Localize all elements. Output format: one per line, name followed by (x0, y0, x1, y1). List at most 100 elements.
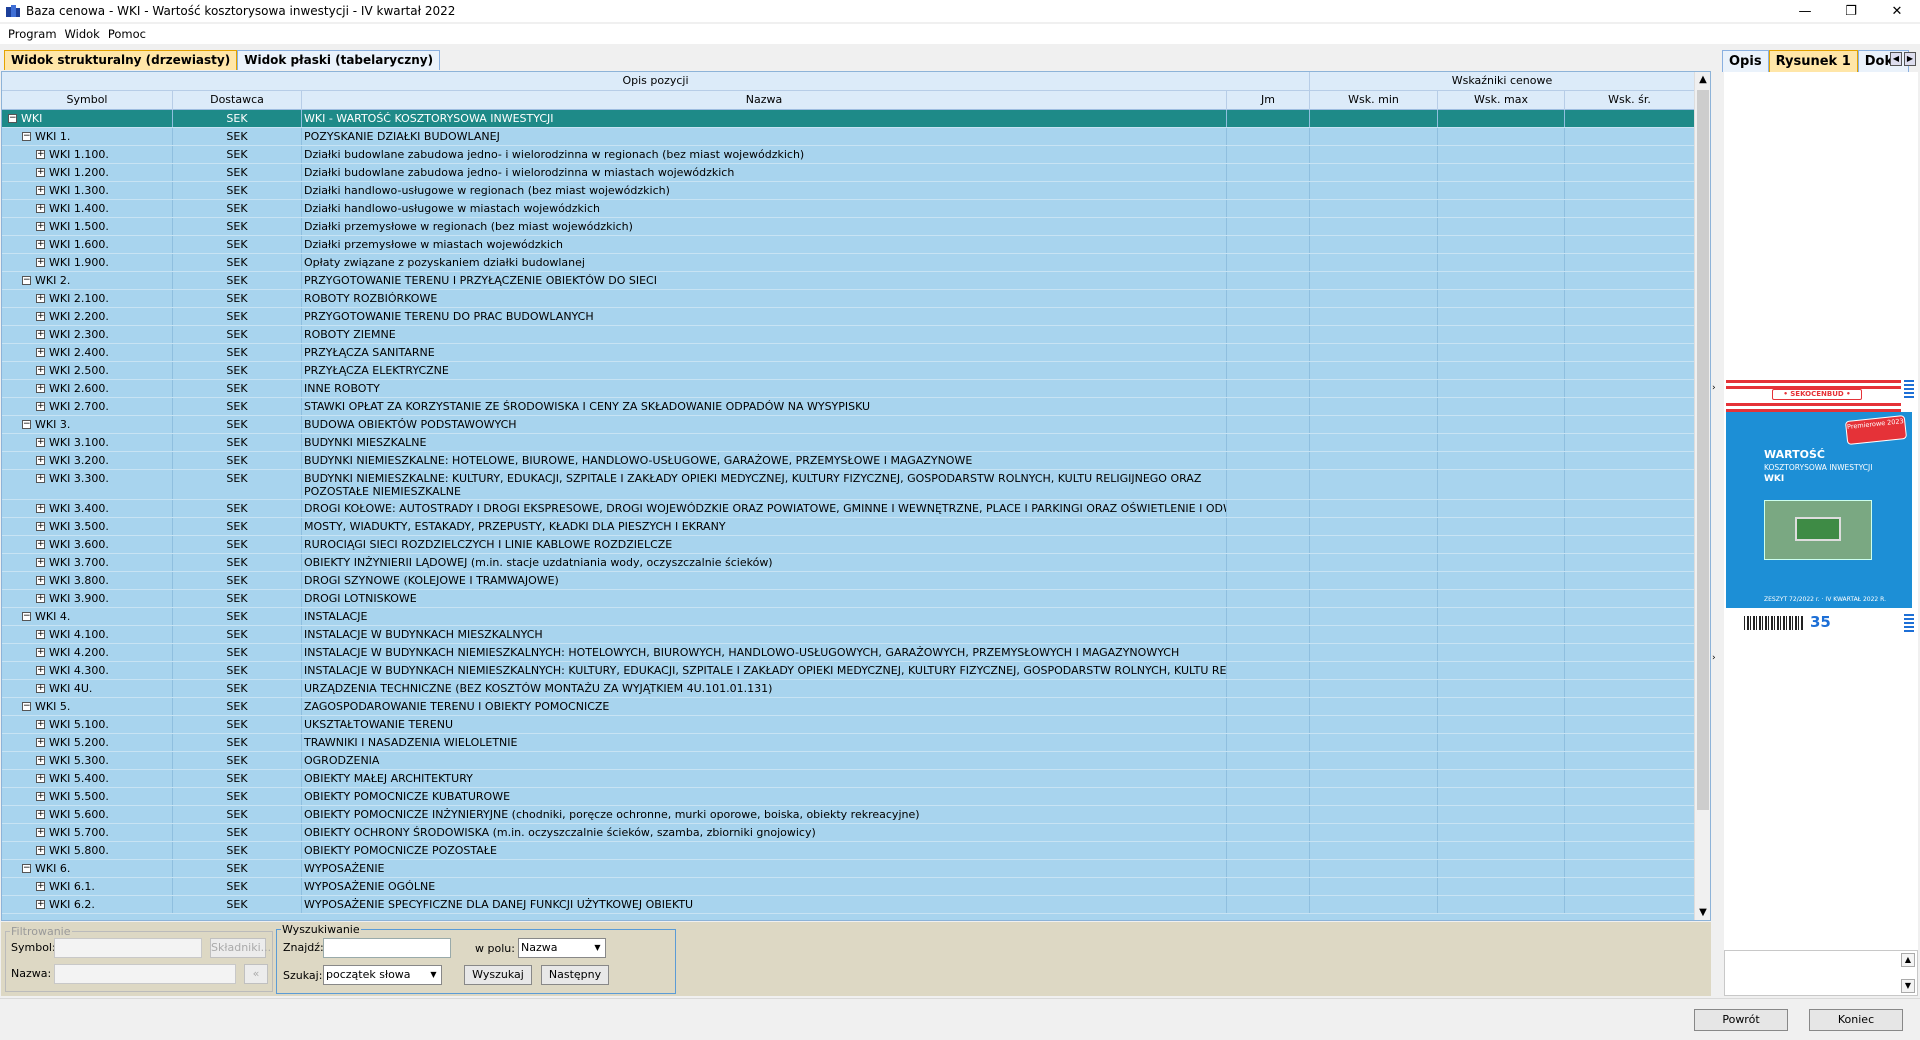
expand-icon[interactable]: + (36, 846, 45, 855)
table-row[interactable]: + WKI 5.600. SEK OBIEKTY POMOCNICZE INŻYNIE… (2, 806, 1694, 824)
table-row[interactable]: − WKI 4. SEK INSTALACJE (2, 608, 1694, 626)
menu-widok[interactable]: Widok (61, 27, 104, 41)
table-row[interactable]: + WKI 4.200. SEK INSTALACJE W BUDYNKACH NIE… (2, 644, 1694, 662)
scroll-down-arrow-icon[interactable]: ▼ (1901, 979, 1915, 993)
expand-icon[interactable]: + (36, 222, 45, 231)
expand-icon[interactable]: + (36, 402, 45, 411)
table-row[interactable]: + WKI 1.100. SEK Działki budowlane zabudowa… (2, 146, 1694, 164)
expand-icon[interactable]: + (36, 504, 45, 513)
table-row[interactable]: + WKI 3.300. SEK BUDYNKI NIEMIESZKALNE: KUL… (2, 470, 1694, 500)
back-button[interactable]: Powrót (1694, 1009, 1788, 1031)
table-row[interactable]: + WKI 1.600. SEK Działki przemysłowe w mias… (2, 236, 1694, 254)
column-nazwa[interactable]: Nazwa (302, 91, 1227, 110)
table-row[interactable]: + WKI 1.400. SEK Działki handlowo-usługowe … (2, 200, 1694, 218)
next-button[interactable]: Następny (541, 965, 609, 985)
expand-icon[interactable]: + (36, 456, 45, 465)
table-row[interactable]: + WKI 3.200. SEK BUDYNKI NIEMIESZKALNE: HOT… (2, 452, 1694, 470)
column-jm[interactable]: Jm (1227, 91, 1310, 110)
table-row[interactable]: − WKI 3. SEK BUDOWA OBIEKTÓW PODSTAWOWYCH (2, 416, 1694, 434)
column-symbol[interactable]: Symbol (2, 91, 173, 110)
close-button[interactable]: ✕ (1874, 0, 1920, 22)
tab-flat-view[interactable]: Widok płaski (tabelaryczny) (237, 50, 441, 70)
collapse-icon[interactable]: − (22, 702, 31, 711)
expand-icon[interactable]: + (36, 522, 45, 531)
expand-icon[interactable]: + (36, 756, 45, 765)
table-row[interactable]: + WKI 3.700. SEK OBIEKTY INŻYNIERII LĄDOWEJ… (2, 554, 1694, 572)
table-row[interactable]: + WKI 1.300. SEK Działki handlowo-usługowe … (2, 182, 1694, 200)
expand-icon[interactable]: + (36, 630, 45, 639)
expand-icon[interactable]: + (36, 240, 45, 249)
expand-icon[interactable]: + (36, 168, 45, 177)
filter-symbol-input[interactable] (54, 938, 202, 958)
table-row[interactable]: + WKI 5.200. SEK TRAWNIKI I NASADZENIA WIEL… (2, 734, 1694, 752)
scroll-thumb[interactable] (1697, 90, 1709, 810)
table-row[interactable]: − WKI 6. SEK WYPOSAŻENIE (2, 860, 1694, 878)
collapse-icon[interactable]: − (22, 276, 31, 285)
table-row[interactable]: + WKI 1.500. SEK Działki przemysłowe w regi… (2, 218, 1694, 236)
table-row[interactable]: + WKI 4.100. SEK INSTALACJE W BUDYNKACH MIE… (2, 626, 1694, 644)
expand-icon[interactable]: + (36, 666, 45, 675)
table-row[interactable]: − WKI 1. SEK POZYSKANIE DZIAŁKI BUDOWLANEJ (2, 128, 1694, 146)
filter-clear-button[interactable]: « (244, 964, 268, 984)
table-row[interactable]: + WKI 2.700. SEK STAWKI OPŁAT ZA KORZYSTANI… (2, 398, 1694, 416)
expand-icon[interactable]: + (36, 204, 45, 213)
expand-icon[interactable]: + (36, 774, 45, 783)
expand-icon[interactable]: + (36, 900, 45, 909)
scroll-down-arrow-icon[interactable]: ▼ (1695, 905, 1710, 920)
expand-icon[interactable]: + (36, 558, 45, 567)
search-field-select[interactable]: Nazwa ▼ (518, 938, 606, 958)
scroll-up-arrow-icon[interactable]: ▲ (1901, 953, 1915, 967)
expand-icon[interactable]: + (36, 684, 45, 693)
filter-nazwa-input[interactable] (54, 964, 236, 984)
expand-icon[interactable]: + (36, 366, 45, 375)
description-textbox[interactable]: ▲ ▼ (1724, 950, 1918, 996)
collapse-icon[interactable]: − (8, 114, 17, 123)
scroll-up-arrow-icon[interactable]: ▲ (1695, 72, 1710, 88)
collapse-icon[interactable]: − (22, 612, 31, 621)
expand-icon[interactable]: + (36, 810, 45, 819)
table-row[interactable]: + WKI 3.500. SEK MOSTY, WIADUKTY, ESTAKADY,… (2, 518, 1694, 536)
expand-icon[interactable]: + (36, 294, 45, 303)
skladniki-button[interactable]: Składniki... (210, 938, 271, 958)
collapse-icon[interactable]: − (22, 132, 31, 141)
expand-icon[interactable]: + (36, 330, 45, 339)
expand-icon[interactable]: + (36, 312, 45, 321)
expand-icon[interactable]: + (36, 648, 45, 657)
table-row[interactable]: + WKI 2.500. SEK PRZYŁĄCZA ELEKTRYCZNE (2, 362, 1694, 380)
table-row[interactable]: − WKI SEK WKI - WARTOŚĆ KOSZTORYSOWA INWEST… (2, 110, 1694, 128)
table-row[interactable]: + WKI 6.1. SEK WYPOSAŻENIE OGÓLNE (2, 878, 1694, 896)
collapse-icon[interactable]: − (22, 864, 31, 873)
expand-icon[interactable]: + (36, 348, 45, 357)
table-row[interactable]: + WKI 2.100. SEK ROBOTY ROZBIÓRKOWE (2, 290, 1694, 308)
search-button[interactable]: Wyszukaj (464, 965, 532, 985)
table-row[interactable]: + WKI 5.300. SEK OGRODZENIA (2, 752, 1694, 770)
table-row[interactable]: + WKI 2.400. SEK PRZYŁĄCZA SANITARNE (2, 344, 1694, 362)
expand-icon[interactable]: + (36, 792, 45, 801)
tab-tree-view[interactable]: Widok strukturalny (drzewiasty) (4, 50, 238, 70)
collapse-icon[interactable]: − (22, 420, 31, 429)
tab-next-icon[interactable]: ▶ (1904, 52, 1916, 66)
expand-icon[interactable]: + (36, 720, 45, 729)
expand-icon[interactable]: + (36, 738, 45, 747)
table-row[interactable]: + WKI 3.600. SEK RUROCIĄGI SIECI ROZDZIELCZ… (2, 536, 1694, 554)
table-row[interactable]: + WKI 1.200. SEK Działki budowlane zabudowa… (2, 164, 1694, 182)
expand-icon[interactable]: + (36, 258, 45, 267)
minimize-button[interactable]: — (1782, 0, 1828, 22)
table-row[interactable]: + WKI 3.400. SEK DROGI KOŁOWE: AUTOSTRADY I… (2, 500, 1694, 518)
expand-icon[interactable]: + (36, 540, 45, 549)
table-row[interactable]: + WKI 3.100. SEK BUDYNKI MIESZKALNE (2, 434, 1694, 452)
tab-prev-icon[interactable]: ◀ (1890, 52, 1902, 66)
table-row[interactable]: + WKI 6.2. SEK WYPOSAŻENIE SPECYFICZNE DLA … (2, 896, 1694, 914)
table-row[interactable]: + WKI 5.700. SEK OBIEKTY OCHRONY ŚRODOWISKA… (2, 824, 1694, 842)
menu-program[interactable]: Program (4, 27, 61, 41)
panel-splitter[interactable]: › › (1712, 71, 1720, 919)
table-row[interactable]: + WKI 2.600. SEK INNE ROBOTY (2, 380, 1694, 398)
table-row[interactable]: + WKI 3.800. SEK DROGI SZYNOWE (KOLEJOWE I … (2, 572, 1694, 590)
column-wsk-min[interactable]: Wsk. min (1310, 91, 1438, 110)
table-row[interactable]: + WKI 4.300. SEK INSTALACJE W BUDYNKACH NIE… (2, 662, 1694, 680)
table-row[interactable]: + WKI 3.900. SEK DROGI LOTNISKOWE (2, 590, 1694, 608)
table-row[interactable]: + WKI 4U. SEK URZĄDZENIA TECHNICZNE (BEZ KO… (2, 680, 1694, 698)
table-row[interactable]: − WKI 2. SEK PRZYGOTOWANIE TERENU I PRZYŁĄC… (2, 272, 1694, 290)
table-row[interactable]: + WKI 2.300. SEK ROBOTY ZIEMNE (2, 326, 1694, 344)
column-wsk-sr[interactable]: Wsk. śr. (1565, 91, 1694, 110)
